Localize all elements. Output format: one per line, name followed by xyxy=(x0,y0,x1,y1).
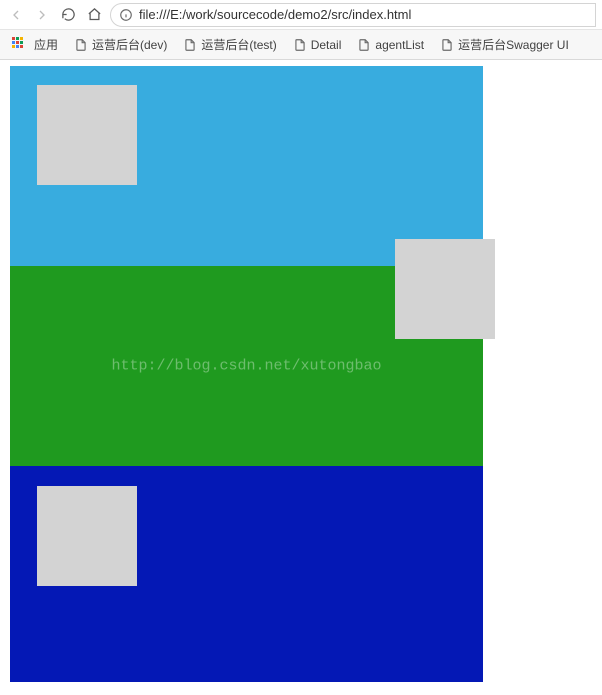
file-icon xyxy=(74,38,88,52)
reload-button[interactable] xyxy=(58,5,78,25)
file-icon xyxy=(183,38,197,52)
reload-icon xyxy=(61,7,76,22)
gray-box-bottom xyxy=(37,486,137,586)
bookmark-label: 运营后台Swagger UI xyxy=(458,36,569,53)
browser-toolbar: file:///E:/work/sourcecode/demo2/src/ind… xyxy=(0,0,602,30)
info-icon xyxy=(119,8,133,22)
bookmark-label: 运营后台(test) xyxy=(201,36,276,53)
bookmark-item[interactable]: 运营后台Swagger UI xyxy=(434,34,575,56)
bookmark-item[interactable]: Detail xyxy=(287,34,348,56)
band-green: http://blog.csdn.net/xutongbao xyxy=(10,266,483,466)
bookmark-label: 运营后台(dev) xyxy=(92,36,167,53)
gray-box-top xyxy=(37,85,137,185)
bookmark-item[interactable]: 运营后台(dev) xyxy=(68,34,173,56)
viewport: http://blog.csdn.net/xutongbao xyxy=(0,60,602,695)
forward-button[interactable] xyxy=(32,5,52,25)
back-button[interactable] xyxy=(6,5,26,25)
bookmark-item[interactable]: agentList xyxy=(351,34,430,56)
watermark-text: http://blog.csdn.net/xutongbao xyxy=(111,358,381,375)
apps-icon xyxy=(12,37,28,53)
file-icon xyxy=(357,38,371,52)
apps-label: 应用 xyxy=(34,36,58,53)
demo-page: http://blog.csdn.net/xutongbao xyxy=(10,66,483,682)
address-url: file:///E:/work/sourcecode/demo2/src/ind… xyxy=(139,7,411,22)
bookmarks-bar: 应用 运营后台(dev) 运营后台(test) Detail agentList… xyxy=(0,30,602,60)
file-icon xyxy=(440,38,454,52)
address-bar[interactable]: file:///E:/work/sourcecode/demo2/src/ind… xyxy=(110,3,596,27)
bookmark-label: agentList xyxy=(375,38,424,52)
file-icon xyxy=(293,38,307,52)
bookmark-item[interactable]: 运营后台(test) xyxy=(177,34,282,56)
home-button[interactable] xyxy=(84,5,104,25)
arrow-left-icon xyxy=(8,7,24,23)
home-icon xyxy=(87,7,102,22)
apps-shortcut[interactable]: 应用 xyxy=(6,34,64,56)
gray-box-middle xyxy=(395,239,495,339)
band-blue xyxy=(10,466,483,682)
band-sky xyxy=(10,66,483,266)
arrow-right-icon xyxy=(34,7,50,23)
bookmark-label: Detail xyxy=(311,38,342,52)
